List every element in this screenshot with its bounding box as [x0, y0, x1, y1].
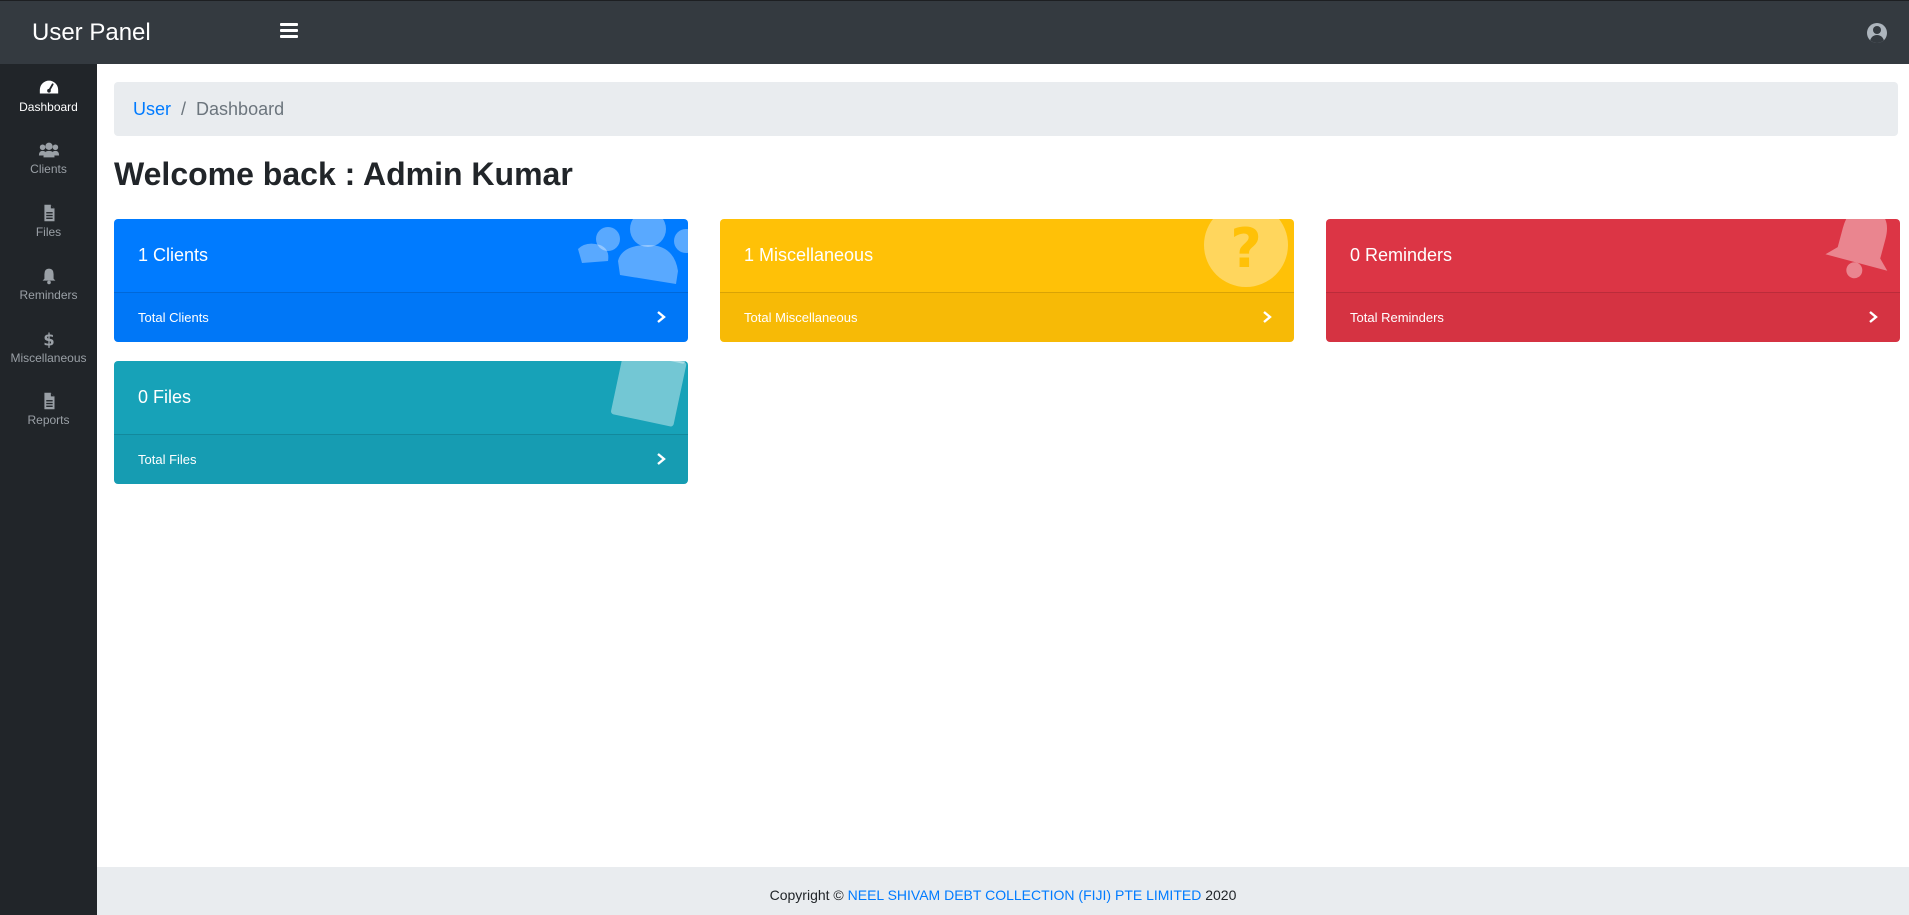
- company-link[interactable]: NEEL SHIVAM DEBT COLLECTION (FIJI) PTE L…: [848, 887, 1202, 903]
- file-icon: [43, 204, 54, 222]
- copyright-year: 2020: [1205, 887, 1237, 903]
- file-icon: [43, 392, 54, 410]
- sidebar-item-label: Dashboard: [19, 100, 78, 114]
- chevron-right-icon: [1869, 311, 1878, 323]
- main-content: User / Dashboard Welcome back : Admin Kuma…: [97, 64, 1909, 867]
- clients-card-footer-label: Total Clients: [138, 310, 209, 325]
- reminders-card-footer-link[interactable]: Total Reminders: [1326, 292, 1900, 342]
- sidebar-item-files[interactable]: Files: [0, 203, 97, 259]
- sidebar-item-label: Reports: [27, 413, 70, 427]
- breadcrumb-current: Dashboard: [196, 99, 285, 119]
- chevron-right-icon: [1263, 311, 1272, 323]
- top-navbar: User Panel: [0, 0, 1909, 64]
- files-card-footer-link[interactable]: Total Files: [114, 434, 688, 484]
- sidebar-item-label: Clients: [30, 162, 67, 176]
- sidebar-item-reminders[interactable]: Reminders: [0, 266, 97, 322]
- copyright-prefix: Copyright ©: [769, 887, 844, 903]
- clients-card-title: 1 Clients: [138, 245, 209, 265]
- breadcrumb-user-link[interactable]: User: [133, 99, 171, 119]
- sidebar-item-reports[interactable]: Reports: [0, 391, 97, 447]
- breadcrumb-separator: /: [181, 99, 187, 119]
- sidebar-item-label: Files: [35, 225, 62, 239]
- tachometer-icon: [39, 80, 58, 94]
- reminders-card-title: 0 Reminders: [1350, 245, 1453, 265]
- chevron-right-icon: [657, 311, 666, 323]
- clients-card: 1 Clients Total Clients: [114, 219, 688, 342]
- brand-title[interactable]: User Panel: [32, 19, 151, 47]
- chevron-right-icon: [657, 453, 666, 465]
- page-title: Welcome back : Admin Kumar: [114, 156, 573, 192]
- breadcrumb: User / Dashboard: [114, 82, 1898, 136]
- files-card-title: 0 Files: [138, 387, 192, 407]
- dollar-icon: $: [43, 330, 54, 349]
- miscellaneous-card-footer-link[interactable]: Total Miscellaneous: [720, 292, 1294, 342]
- miscellaneous-card-title: 1 Miscellaneous: [744, 245, 874, 265]
- reminders-card-footer-label: Total Reminders: [1350, 310, 1444, 325]
- sidebar-item-label: Miscellaneous: [10, 351, 87, 365]
- user-account-icon[interactable]: [1867, 23, 1887, 43]
- sidebar: Dashboard Clients Files Reminders $ Misc…: [0, 64, 97, 915]
- miscellaneous-card-footer-label: Total Miscellaneous: [744, 310, 858, 325]
- svg-text:$: $: [43, 330, 54, 349]
- sidebar-item-miscellaneous[interactable]: $ Miscellaneous: [0, 329, 97, 385]
- menu-toggle-icon[interactable]: [280, 23, 298, 41]
- page-footer: Copyright © NEEL SHIVAM DEBT COLLECTION …: [97, 867, 1909, 915]
- sidebar-item-label: Reminders: [19, 288, 78, 302]
- reminders-card: 0 Reminders Total Reminders: [1326, 219, 1900, 342]
- bell-icon: [42, 268, 55, 285]
- files-card: 0 Files Total Files: [114, 361, 688, 484]
- users-icon: [38, 142, 59, 158]
- sidebar-item-dashboard[interactable]: Dashboard: [0, 78, 97, 134]
- sidebar-item-clients[interactable]: Clients: [0, 140, 97, 196]
- files-card-footer-label: Total Files: [138, 452, 197, 467]
- miscellaneous-card: ? 1 Miscellaneous Total Miscellaneous: [720, 219, 1294, 342]
- clients-card-footer-link[interactable]: Total Clients: [114, 292, 688, 342]
